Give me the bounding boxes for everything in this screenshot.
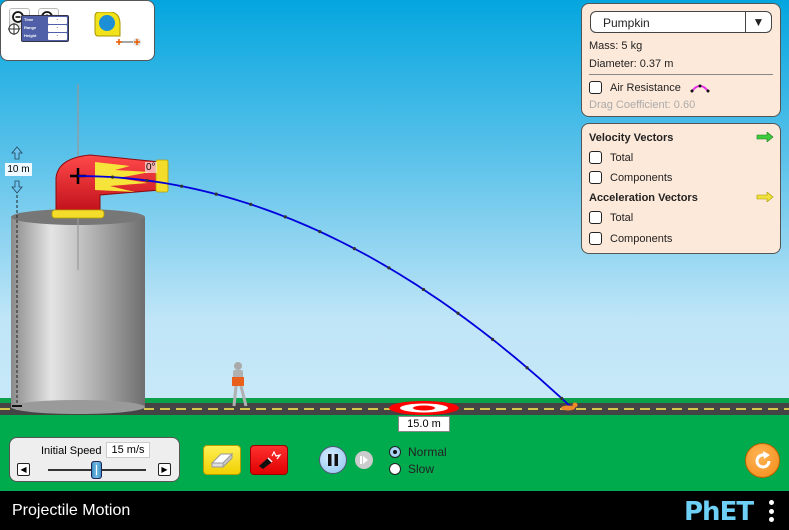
pause-button[interactable] <box>319 446 347 474</box>
initial-speed-label: Initial Speed <box>41 445 102 457</box>
speed-increase-button[interactable]: ▶ <box>158 463 171 476</box>
readout-range-value: - <box>48 25 67 32</box>
initial-speed-control: Initial Speed 15 m/s ◀ ▶ <box>9 437 180 482</box>
fire-button[interactable] <box>250 445 288 475</box>
acceleration-total-row[interactable]: Total <box>589 211 633 224</box>
projectile-dropdown-value: Pumpkin <box>603 16 650 30</box>
landed-projectile[interactable] <box>561 402 578 411</box>
trajectory-point <box>352 247 356 251</box>
drag-coefficient-label: Drag Coefficient: 0.60 <box>589 99 696 111</box>
right-arrow-icon: ▶ <box>161 465 168 474</box>
trajectory-point <box>490 337 495 341</box>
velocity-arrow-icon <box>756 132 774 142</box>
velocity-total-label: Total <box>610 151 634 164</box>
velocity-components-row[interactable]: Components <box>589 171 672 184</box>
trajectory-point <box>525 366 529 370</box>
height-label: 10 m <box>5 163 32 176</box>
acceleration-arrow-icon <box>756 192 774 202</box>
speed-slow-label: Slow <box>408 462 435 476</box>
trajectory-points <box>110 175 564 400</box>
navigation-bar: Projectile Motion PhET <box>0 491 789 530</box>
acceleration-vectors-title: Acceleration Vectors <box>589 192 698 204</box>
trajectory-path <box>77 175 573 409</box>
speed-slow-option[interactable]: Slow <box>389 462 434 476</box>
speed-slider-thumb[interactable] <box>91 461 102 479</box>
step-forward-button[interactable] <box>355 451 373 469</box>
reset-icon <box>755 450 770 468</box>
tape-measure[interactable] <box>92 11 142 53</box>
step-forward-icon <box>360 456 368 464</box>
trajectory-point <box>456 311 460 315</box>
phet-menu-button[interactable] <box>768 500 774 522</box>
velocity-components-label: Components <box>610 171 673 184</box>
air-resistance-label: Air Resistance <box>610 81 681 94</box>
air-resistance-checkbox-row[interactable]: Air Resistance <box>589 81 711 94</box>
trajectory-point <box>214 192 218 196</box>
panel-divider <box>589 74 773 75</box>
readout-tool[interactable]: Time - Range - Height - <box>21 15 69 42</box>
projectile-panel: Pumpkin ▼ Mass: 5 kg Diameter: 0.37 m Ai… <box>581 3 781 117</box>
trajectory-point <box>145 178 149 183</box>
readout-time-label: Time <box>24 17 34 22</box>
speed-slow-radio[interactable] <box>389 463 401 475</box>
eraser-icon <box>210 452 234 469</box>
simulation-screen: 10 m 0° 15.0 m Time - Range - Height - P… <box>0 0 789 530</box>
mass-label: Mass: 5 kg <box>589 40 643 52</box>
acceleration-total-checkbox[interactable] <box>589 211 602 224</box>
acceleration-components-checkbox[interactable] <box>589 232 602 245</box>
readout-time-value: - <box>48 17 67 24</box>
target[interactable] <box>389 401 459 415</box>
acceleration-total-label: Total <box>610 211 634 224</box>
cannon-fire-icon <box>259 450 282 469</box>
height-down-arrow-icon <box>11 180 23 194</box>
speed-normal-option[interactable]: Normal <box>389 445 447 459</box>
air-resistance-checkbox[interactable] <box>589 81 602 94</box>
height-up-arrow-icon <box>11 146 23 160</box>
left-arrow-icon: ◀ <box>20 465 27 474</box>
readout-range-label: Range <box>24 25 37 30</box>
phet-logo[interactable]: PhET <box>684 497 754 527</box>
velocity-total-checkbox[interactable] <box>589 151 602 164</box>
trajectory-point <box>283 215 287 219</box>
diameter-label: Diameter: 0.37 m <box>589 58 674 70</box>
stopwatch-crosshair-icon[interactable] <box>8 22 20 40</box>
initial-speed-value: 15 m/s <box>106 442 150 458</box>
air-resistance-arc-icon <box>690 84 710 92</box>
trajectory-point <box>110 175 115 179</box>
acceleration-components-label: Components <box>610 232 673 245</box>
trajectory-point <box>249 202 253 206</box>
target-distance-label: 15.0 m <box>398 416 450 432</box>
speed-normal-radio[interactable] <box>389 446 401 458</box>
trajectory-point <box>180 184 184 188</box>
velocity-vectors-title: Velocity Vectors <box>589 132 674 144</box>
pause-icon <box>328 454 338 466</box>
speed-normal-label: Normal <box>408 445 447 459</box>
app-title: Projectile Motion <box>12 502 131 519</box>
tape-measure-icon <box>94 11 141 46</box>
dropdown-arrow-icon[interactable]: ▼ <box>745 12 771 32</box>
projectile-dropdown[interactable]: Pumpkin ▼ <box>590 11 772 33</box>
person-figure <box>232 362 248 407</box>
readout-height-value: - <box>48 33 67 40</box>
velocity-components-checkbox[interactable] <box>589 171 602 184</box>
cannon-angle-label: 0° <box>145 162 157 173</box>
reset-all-button[interactable] <box>745 443 780 478</box>
trajectory-point <box>387 266 391 270</box>
trajectory-point <box>560 396 564 400</box>
vectors-panel: Velocity Vectors Total Components Accele… <box>581 123 781 254</box>
readout-height-label: Height <box>24 33 37 38</box>
acceleration-components-row[interactable]: Components <box>589 232 672 245</box>
speed-decrease-button[interactable]: ◀ <box>17 463 30 476</box>
erase-button[interactable] <box>203 445 241 475</box>
trajectory-point <box>318 229 322 234</box>
velocity-total-row[interactable]: Total <box>589 151 633 164</box>
trajectory-point <box>421 287 426 292</box>
